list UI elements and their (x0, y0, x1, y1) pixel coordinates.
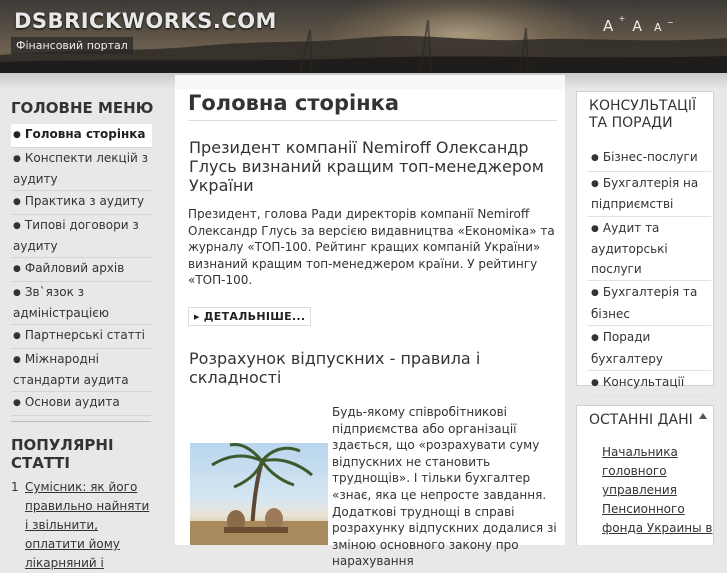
triangle-right-icon: ▶ (194, 313, 200, 321)
bullet-icon: ● (591, 288, 599, 298)
site-subtitle: Фінансовий портал (11, 37, 133, 54)
popular-article-link[interactable]: Сумісник: як його правильно найняти і зв… (25, 478, 153, 573)
latest-news-link[interactable]: Начальника головного управления Пенсионн… (602, 445, 712, 535)
bullet-icon: ● (13, 154, 21, 164)
popular-articles-title: ПОПУЛЯРНІ СТАТТІ (11, 436, 114, 472)
menu-item-label: Конспекти лекцій з аудиту (13, 151, 149, 186)
menu-item-home[interactable]: ● Головна сторінка (11, 124, 152, 148)
menu-item-label: Партнерські статті (24, 328, 146, 342)
consult-item-tips[interactable]: ● Поради бухгалтеру (587, 326, 711, 371)
bullet-icon: ● (591, 178, 599, 189)
article-text: Президент, голова Ради директорів компан… (188, 207, 555, 287)
menu-item-lectures[interactable]: ● Конспекти лекцій з аудиту (11, 148, 152, 191)
menu-item-label: Міжнародні стандарти аудита (13, 352, 129, 387)
scroll-up-icon[interactable] (699, 413, 707, 419)
consult-item-label: Поради бухгалтеру (591, 330, 664, 366)
bullet-icon: ● (13, 264, 21, 274)
article-title[interactable]: Президент компанії Nemiroff Олександр Гл… (189, 138, 559, 195)
divider (11, 421, 151, 422)
consult-item-enterprise[interactable]: ● Бухгалтерія на підприємстві (587, 172, 711, 217)
menu-item-contact[interactable]: ● Зв`язок з адміністрацією (11, 282, 152, 325)
menu-item-label: Основи аудита (24, 395, 120, 409)
font-increase-mark: + (618, 14, 626, 23)
menu-item-partners[interactable]: ● Партнерські статті (11, 325, 152, 349)
bullet-icon: ● (591, 333, 599, 343)
consult-item-consultations[interactable]: ● Консультації (587, 371, 711, 397)
bullet-icon: ● (13, 288, 21, 298)
bullet-icon: ● (13, 331, 21, 341)
latest-news-item[interactable]: Начальника головного управления Пенсионн… (602, 443, 714, 538)
consult-item-label: Аудит та аудиторські послуги (591, 220, 668, 276)
article-title[interactable]: Розрахунок відпускних - правила і складн… (189, 349, 559, 387)
popular-article-item: 1 Сумісник: як його правильно найняти і … (11, 478, 153, 573)
menu-item-label: Головна сторінка (24, 127, 146, 141)
bullet-icon: ● (13, 355, 21, 365)
consult-item-label: Бізнес-послуги (602, 150, 698, 164)
read-more-label: ДЕТАЛЬНІШЕ... (203, 310, 306, 323)
bullet-icon: ● (13, 197, 21, 207)
consultations-list: ● Бізнес-послуги ● Бухгалтерія на підприєм… (587, 146, 711, 397)
consult-item-business[interactable]: ● Бізнес-послуги (587, 146, 711, 172)
main-menu: ● Головна сторінка ● Конспекти лекцій з ау… (11, 124, 152, 416)
consultations-title: КОНСУЛЬТАЦІЇ ТА ПОРАДИ (589, 98, 697, 131)
font-increase-button[interactable]: A + (603, 14, 625, 35)
menu-item-contracts[interactable]: ● Типові договори з аудиту (11, 215, 152, 258)
menu-item-practice[interactable]: ● Практика з аудиту (11, 191, 152, 215)
popular-article-number: 1 (11, 480, 19, 494)
consult-item-label: Бухгалтерія на підприємстві (591, 175, 699, 212)
menu-item-label: Типові договори з аудиту (13, 218, 139, 253)
site-title[interactable]: DSBRICKWORKS.COM (14, 9, 277, 33)
bullet-icon: ● (13, 398, 21, 408)
article-text: Будь-якому співробітникові підприємства … (332, 405, 557, 569)
bullet-icon: ● (13, 130, 21, 140)
divider (188, 120, 557, 121)
bullet-icon: ● (13, 221, 21, 231)
font-decrease-mark: − (666, 18, 674, 27)
consultations-block: КОНСУЛЬТАЦІЇ ТА ПОРАДИ ● Бізнес-послуги ●… (576, 91, 714, 397)
menu-item-label: Файловий архів (24, 261, 125, 275)
menu-item-basics[interactable]: ● Основи аудита (11, 392, 152, 416)
menu-item-standards[interactable]: ● Міжнародні стандарти аудита (11, 349, 152, 392)
bullet-icon: ● (591, 153, 599, 163)
palm-beach-image (190, 443, 328, 545)
main-menu-title: ГОЛОВНЕ МЕНЮ (11, 99, 154, 117)
consult-item-accounting-business[interactable]: ● Бухгалтерія та бізнес (587, 281, 711, 326)
consult-item-label: Бухгалтерія та бізнес (591, 285, 698, 321)
font-reset-button[interactable]: A (632, 19, 642, 35)
font-decrease-label: A (654, 21, 662, 34)
menu-item-label: Зв`язок з адміністрацією (13, 285, 109, 320)
article-image (190, 443, 328, 545)
bullet-icon: ● (591, 378, 599, 388)
consult-item-label: Консультації (602, 375, 685, 389)
consult-item-audit[interactable]: ● Аудит та аудиторські послуги (587, 217, 711, 281)
page-title: Головна сторінка (188, 91, 400, 115)
font-size-controls: A + A A − (603, 14, 676, 35)
menu-item-label: Практика з аудиту (24, 194, 145, 208)
read-more-button[interactable]: ▶ ДЕТАЛЬНІШЕ... (188, 307, 312, 326)
latest-data-title: ОСТАННІ ДАНІ (589, 412, 693, 428)
font-decrease-button[interactable]: A − (654, 18, 674, 34)
font-increase-label: A (603, 17, 614, 35)
site-header: DSBRICKWORKS.COM Фінансовий портал A + A … (0, 0, 727, 73)
bullet-icon: ● (591, 223, 599, 234)
menu-item-archive[interactable]: ● Файловий архів (11, 258, 152, 282)
